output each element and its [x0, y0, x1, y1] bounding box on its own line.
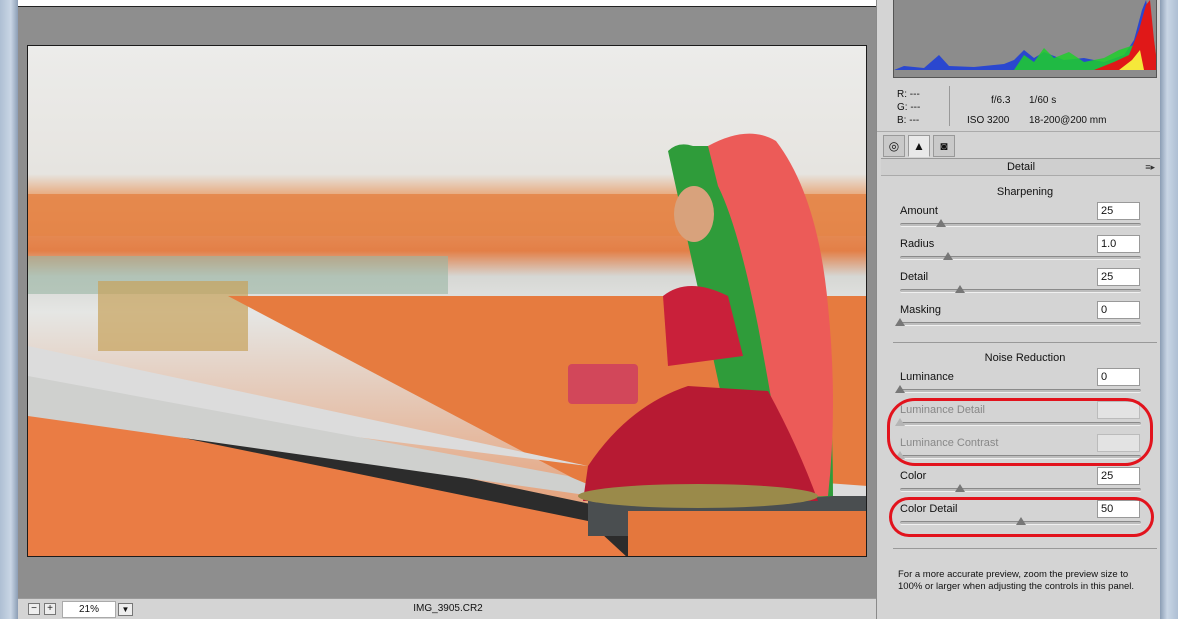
- luminance-detail-slider-thumb: [895, 418, 905, 426]
- adjustments-panel: R: --- G: --- B: --- f/6.3 1/60 s ISO 320…: [876, 0, 1161, 619]
- shutter-speed: 1/60 s: [1029, 95, 1057, 106]
- aperture-icon: ◎: [888, 139, 900, 153]
- amount-slider[interactable]: [900, 219, 1141, 227]
- radius-label: Radius: [900, 238, 935, 250]
- radius-slider-thumb[interactable]: [943, 252, 954, 260]
- color-slider-thumb[interactable]: [955, 484, 966, 492]
- panel-title: Detail: [1006, 161, 1036, 173]
- histogram: [893, 0, 1157, 78]
- window-frame-left: [0, 0, 18, 619]
- color-detail-field[interactable]: 50: [1097, 500, 1140, 518]
- histogram-graph: [894, 0, 1156, 77]
- zoom-in-button[interactable]: +: [44, 603, 56, 615]
- zoom-out-button[interactable]: −: [28, 603, 40, 615]
- color-label: Color: [900, 470, 927, 482]
- luminance-slider[interactable]: [895, 385, 1141, 393]
- hint-divider: [893, 548, 1157, 549]
- zoom-level-field[interactable]: 21%: [62, 601, 116, 618]
- amount-field[interactable]: 25: [1097, 202, 1140, 220]
- color-detail-label: Color Detail: [900, 503, 958, 515]
- masking-field[interactable]: 0: [1097, 301, 1140, 319]
- sharpening-title: Sharpening: [996, 186, 1054, 198]
- exif-info: f/6.3 1/60 s ISO 3200 18-200@200 mm: [967, 91, 1106, 131]
- g-value: ---: [910, 102, 921, 113]
- b-value: ---: [909, 115, 920, 126]
- color-field[interactable]: 25: [1097, 467, 1140, 485]
- camera-icon: ◙: [940, 139, 948, 153]
- color-detail-slider-thumb[interactable]: [1015, 517, 1026, 525]
- tab-detail[interactable]: ▲: [908, 135, 930, 157]
- detail-slider-thumb[interactable]: [955, 285, 966, 293]
- color-slider[interactable]: [900, 484, 1141, 492]
- chevron-down-icon: ▼: [121, 605, 130, 614]
- file-name: IMG_3905.CR2: [413, 603, 483, 614]
- amount-label: Amount: [900, 205, 938, 217]
- preview-status-bar: − + 21% ▼ IMG_3905.CR2: [18, 598, 876, 619]
- detail-field[interactable]: 25: [1097, 268, 1140, 286]
- tab-camera[interactable]: ◙: [933, 135, 955, 157]
- image-info: R: --- G: --- B: --- f/6.3 1/60 s ISO 320…: [877, 80, 1161, 132]
- g-label: G:: [897, 102, 908, 113]
- info-divider: [949, 86, 950, 126]
- section-divider: [893, 342, 1157, 343]
- luminance-label: Luminance: [900, 371, 954, 383]
- luminance-contrast-slider-thumb: [895, 451, 905, 459]
- tab-lens[interactable]: ◎: [883, 135, 905, 157]
- amount-slider-thumb[interactable]: [935, 219, 946, 227]
- window-frame-right: [1160, 0, 1178, 619]
- top-toolbar-strip: [18, 0, 876, 7]
- luminance-contrast-slider: [895, 451, 1141, 459]
- panel-menu-icon[interactable]: ≡▸: [1145, 159, 1155, 175]
- panel-tabs: ◎ ▲ ◙: [881, 133, 1161, 157]
- lens: 18-200@200 mm: [1029, 115, 1107, 126]
- zoom-dropdown-button[interactable]: ▼: [118, 603, 133, 616]
- noise-reduction-title: Noise Reduction: [984, 352, 1066, 364]
- radius-field[interactable]: 1.0: [1097, 235, 1140, 253]
- luminance-contrast-label: Luminance Contrast: [900, 437, 999, 449]
- luminance-field[interactable]: 0: [1097, 368, 1140, 386]
- r-label: R:: [897, 89, 907, 100]
- photo-illustration: [28, 46, 866, 556]
- detail-label: Detail: [900, 271, 929, 283]
- luminance-detail-slider: [895, 418, 1141, 426]
- iso: ISO 3200: [967, 115, 1010, 126]
- luminance-detail-label: Luminance Detail: [900, 404, 985, 416]
- b-label: B:: [897, 115, 907, 126]
- radius-slider[interactable]: [900, 252, 1141, 260]
- detail-slider[interactable]: [900, 285, 1141, 293]
- rgb-readout: R: --- G: --- B: ---: [897, 88, 920, 127]
- masking-slider-thumb[interactable]: [895, 318, 905, 326]
- masking-slider[interactable]: [895, 318, 1141, 326]
- preview-image: [27, 45, 867, 557]
- aperture: f/6.3: [991, 95, 1011, 106]
- mountain-icon: ▲: [913, 139, 925, 153]
- color-detail-slider[interactable]: [900, 517, 1141, 525]
- preview-hint-text: For a more accurate preview, zoom the pr…: [898, 569, 1135, 592]
- luminance-contrast-field: [1097, 434, 1140, 452]
- r-value: ---: [909, 89, 920, 100]
- masking-label: Masking: [900, 304, 941, 316]
- panel-header: Detail ≡▸: [881, 158, 1161, 176]
- luminance-slider-thumb[interactable]: [895, 385, 905, 393]
- luminance-detail-field: [1097, 401, 1140, 419]
